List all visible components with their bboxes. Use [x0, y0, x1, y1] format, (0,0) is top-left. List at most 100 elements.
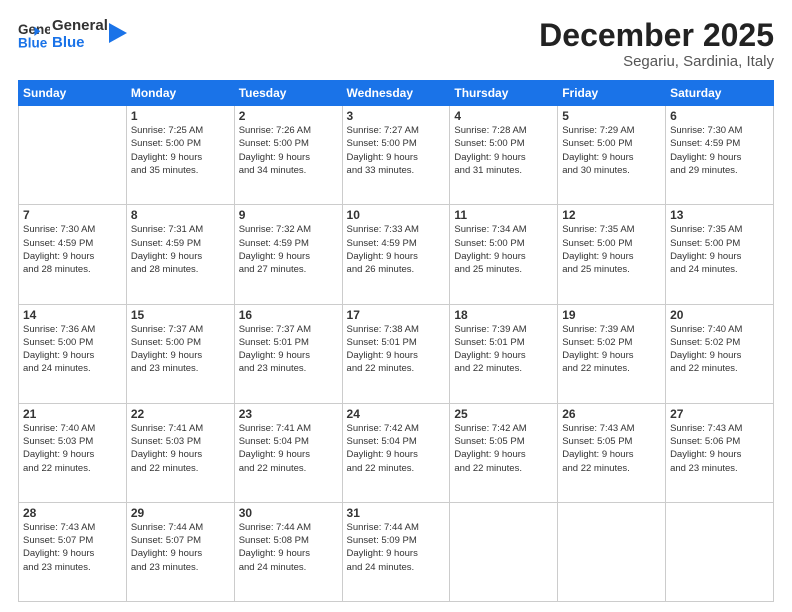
- calendar-cell: 2Sunrise: 7:26 AM Sunset: 5:00 PM Daylig…: [234, 106, 342, 205]
- logo-icon: General Blue: [18, 19, 50, 51]
- title-block: December 2025 Segariu, Sardinia, Italy: [539, 18, 774, 70]
- calendar-cell: 20Sunrise: 7:40 AM Sunset: 5:02 PM Dayli…: [666, 304, 774, 403]
- calendar-week-3: 14Sunrise: 7:36 AM Sunset: 5:00 PM Dayli…: [19, 304, 774, 403]
- day-info: Sunrise: 7:30 AM Sunset: 4:59 PM Dayligh…: [670, 124, 769, 177]
- logo-arrow-icon: [109, 19, 127, 47]
- day-info: Sunrise: 7:44 AM Sunset: 5:09 PM Dayligh…: [347, 521, 446, 574]
- calendar-week-5: 28Sunrise: 7:43 AM Sunset: 5:07 PM Dayli…: [19, 502, 774, 601]
- day-number: 20: [670, 308, 769, 322]
- day-number: 17: [347, 308, 446, 322]
- day-number: 12: [562, 208, 661, 222]
- calendar-cell: 28Sunrise: 7:43 AM Sunset: 5:07 PM Dayli…: [19, 502, 127, 601]
- day-info: Sunrise: 7:30 AM Sunset: 4:59 PM Dayligh…: [23, 223, 122, 276]
- location-subtitle: Segariu, Sardinia, Italy: [539, 53, 774, 70]
- day-number: 27: [670, 407, 769, 421]
- day-info: Sunrise: 7:37 AM Sunset: 5:01 PM Dayligh…: [239, 323, 338, 376]
- calendar-cell: 24Sunrise: 7:42 AM Sunset: 5:04 PM Dayli…: [342, 403, 450, 502]
- day-number: 26: [562, 407, 661, 421]
- day-number: 25: [454, 407, 553, 421]
- day-info: Sunrise: 7:26 AM Sunset: 5:00 PM Dayligh…: [239, 124, 338, 177]
- calendar-cell: [450, 502, 558, 601]
- calendar-cell: 11Sunrise: 7:34 AM Sunset: 5:00 PM Dayli…: [450, 205, 558, 304]
- header: General Blue General Blue December 2025 …: [18, 18, 774, 70]
- day-info: Sunrise: 7:35 AM Sunset: 5:00 PM Dayligh…: [670, 223, 769, 276]
- calendar-cell: [558, 502, 666, 601]
- day-info: Sunrise: 7:40 AM Sunset: 5:03 PM Dayligh…: [23, 422, 122, 475]
- calendar-header-thursday: Thursday: [450, 81, 558, 106]
- page: General Blue General Blue December 2025 …: [0, 0, 792, 612]
- calendar-cell: 21Sunrise: 7:40 AM Sunset: 5:03 PM Dayli…: [19, 403, 127, 502]
- day-info: Sunrise: 7:40 AM Sunset: 5:02 PM Dayligh…: [670, 323, 769, 376]
- day-number: 21: [23, 407, 122, 421]
- day-number: 10: [347, 208, 446, 222]
- day-info: Sunrise: 7:41 AM Sunset: 5:03 PM Dayligh…: [131, 422, 230, 475]
- calendar-cell: 13Sunrise: 7:35 AM Sunset: 5:00 PM Dayli…: [666, 205, 774, 304]
- calendar-header-tuesday: Tuesday: [234, 81, 342, 106]
- calendar-cell: 29Sunrise: 7:44 AM Sunset: 5:07 PM Dayli…: [126, 502, 234, 601]
- calendar-cell: 8Sunrise: 7:31 AM Sunset: 4:59 PM Daylig…: [126, 205, 234, 304]
- day-number: 8: [131, 208, 230, 222]
- day-number: 29: [131, 506, 230, 520]
- day-number: 23: [239, 407, 338, 421]
- calendar-cell: 19Sunrise: 7:39 AM Sunset: 5:02 PM Dayli…: [558, 304, 666, 403]
- calendar-cell: 22Sunrise: 7:41 AM Sunset: 5:03 PM Dayli…: [126, 403, 234, 502]
- day-number: 16: [239, 308, 338, 322]
- calendar-cell: 26Sunrise: 7:43 AM Sunset: 5:05 PM Dayli…: [558, 403, 666, 502]
- calendar-cell: 23Sunrise: 7:41 AM Sunset: 5:04 PM Dayli…: [234, 403, 342, 502]
- calendar-cell: 10Sunrise: 7:33 AM Sunset: 4:59 PM Dayli…: [342, 205, 450, 304]
- day-number: 13: [670, 208, 769, 222]
- day-info: Sunrise: 7:42 AM Sunset: 5:05 PM Dayligh…: [454, 422, 553, 475]
- day-info: Sunrise: 7:41 AM Sunset: 5:04 PM Dayligh…: [239, 422, 338, 475]
- day-info: Sunrise: 7:42 AM Sunset: 5:04 PM Dayligh…: [347, 422, 446, 475]
- day-info: Sunrise: 7:44 AM Sunset: 5:07 PM Dayligh…: [131, 521, 230, 574]
- calendar-cell: 5Sunrise: 7:29 AM Sunset: 5:00 PM Daylig…: [558, 106, 666, 205]
- day-info: Sunrise: 7:28 AM Sunset: 5:00 PM Dayligh…: [454, 124, 553, 177]
- calendar-header-sunday: Sunday: [19, 81, 127, 106]
- svg-text:Blue: Blue: [18, 35, 48, 50]
- calendar-week-2: 7Sunrise: 7:30 AM Sunset: 4:59 PM Daylig…: [19, 205, 774, 304]
- month-title: December 2025: [539, 18, 774, 53]
- day-number: 24: [347, 407, 446, 421]
- day-info: Sunrise: 7:44 AM Sunset: 5:08 PM Dayligh…: [239, 521, 338, 574]
- day-info: Sunrise: 7:29 AM Sunset: 5:00 PM Dayligh…: [562, 124, 661, 177]
- calendar-cell: 25Sunrise: 7:42 AM Sunset: 5:05 PM Dayli…: [450, 403, 558, 502]
- day-number: 6: [670, 109, 769, 123]
- day-number: 15: [131, 308, 230, 322]
- day-number: 2: [239, 109, 338, 123]
- day-number: 19: [562, 308, 661, 322]
- day-number: 18: [454, 308, 553, 322]
- day-info: Sunrise: 7:31 AM Sunset: 4:59 PM Dayligh…: [131, 223, 230, 276]
- calendar-header-monday: Monday: [126, 81, 234, 106]
- day-info: Sunrise: 7:43 AM Sunset: 5:06 PM Dayligh…: [670, 422, 769, 475]
- day-number: 5: [562, 109, 661, 123]
- day-number: 30: [239, 506, 338, 520]
- day-info: Sunrise: 7:35 AM Sunset: 5:00 PM Dayligh…: [562, 223, 661, 276]
- calendar-cell: 3Sunrise: 7:27 AM Sunset: 5:00 PM Daylig…: [342, 106, 450, 205]
- day-info: Sunrise: 7:32 AM Sunset: 4:59 PM Dayligh…: [239, 223, 338, 276]
- day-number: 3: [347, 109, 446, 123]
- logo-blue: Blue: [52, 35, 108, 52]
- day-info: Sunrise: 7:27 AM Sunset: 5:00 PM Dayligh…: [347, 124, 446, 177]
- logo-general: General: [52, 18, 108, 35]
- day-info: Sunrise: 7:37 AM Sunset: 5:00 PM Dayligh…: [131, 323, 230, 376]
- calendar-cell: 30Sunrise: 7:44 AM Sunset: 5:08 PM Dayli…: [234, 502, 342, 601]
- day-info: Sunrise: 7:36 AM Sunset: 5:00 PM Dayligh…: [23, 323, 122, 376]
- calendar-cell: 15Sunrise: 7:37 AM Sunset: 5:00 PM Dayli…: [126, 304, 234, 403]
- calendar-week-1: 1Sunrise: 7:25 AM Sunset: 5:00 PM Daylig…: [19, 106, 774, 205]
- calendar-cell: 14Sunrise: 7:36 AM Sunset: 5:00 PM Dayli…: [19, 304, 127, 403]
- calendar-cell: [666, 502, 774, 601]
- calendar-cell: 27Sunrise: 7:43 AM Sunset: 5:06 PM Dayli…: [666, 403, 774, 502]
- calendar-cell: 7Sunrise: 7:30 AM Sunset: 4:59 PM Daylig…: [19, 205, 127, 304]
- calendar-cell: 1Sunrise: 7:25 AM Sunset: 5:00 PM Daylig…: [126, 106, 234, 205]
- calendar-cell: 18Sunrise: 7:39 AM Sunset: 5:01 PM Dayli…: [450, 304, 558, 403]
- day-info: Sunrise: 7:38 AM Sunset: 5:01 PM Dayligh…: [347, 323, 446, 376]
- day-info: Sunrise: 7:39 AM Sunset: 5:01 PM Dayligh…: [454, 323, 553, 376]
- day-info: Sunrise: 7:43 AM Sunset: 5:07 PM Dayligh…: [23, 521, 122, 574]
- calendar-cell: 16Sunrise: 7:37 AM Sunset: 5:01 PM Dayli…: [234, 304, 342, 403]
- day-number: 14: [23, 308, 122, 322]
- calendar-cell: [19, 106, 127, 205]
- calendar-header-saturday: Saturday: [666, 81, 774, 106]
- day-number: 22: [131, 407, 230, 421]
- day-info: Sunrise: 7:33 AM Sunset: 4:59 PM Dayligh…: [347, 223, 446, 276]
- calendar-header-wednesday: Wednesday: [342, 81, 450, 106]
